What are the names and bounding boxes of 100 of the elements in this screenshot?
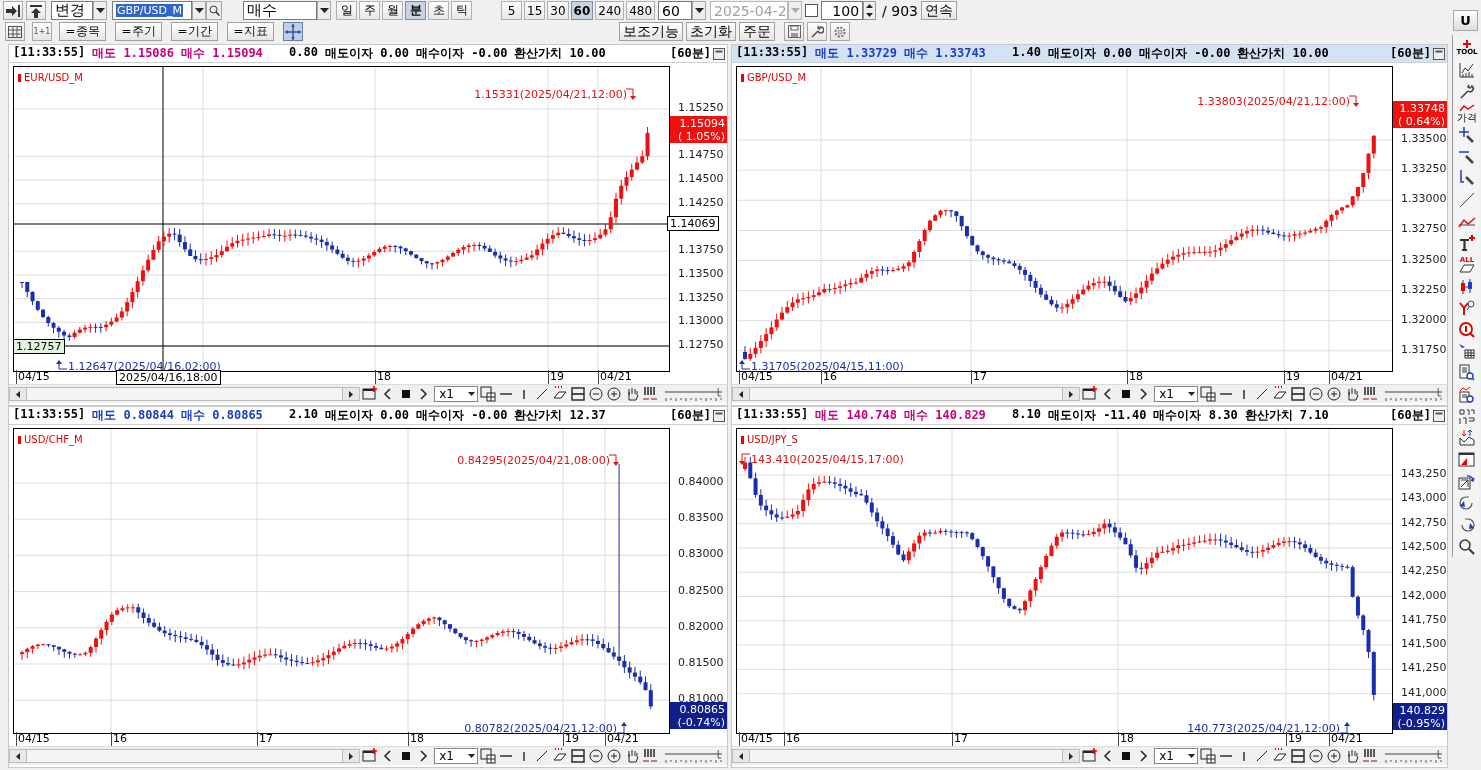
axis-label: 1.13500 <box>678 266 724 280</box>
interval-tab[interactable]: 60 <box>570 1 594 20</box>
axis-label: 0.84000 <box>678 475 724 488</box>
zoom-dropdown[interactable]: x1 <box>434 386 478 402</box>
change-percent: ( 0.64%) <box>1397 115 1445 128</box>
period-label: [60분] <box>1390 45 1431 62</box>
axis-label: 142,750 <box>1401 515 1447 529</box>
axis-label: 142,250 <box>1401 564 1447 578</box>
action-button[interactable]: 주문 <box>739 22 775 41</box>
bid-price: 매도 140.748 <box>815 407 898 424</box>
time-label: [11:33:55] <box>736 407 809 423</box>
axis-label: 1.33000 <box>1401 192 1447 206</box>
u-button[interactable]: U <box>1453 10 1478 31</box>
interval-tab[interactable]: 5 <box>501 1 522 20</box>
time-label: [11:33:55] <box>13 407 86 423</box>
axis-label: 0.83500 <box>678 511 724 525</box>
panel-header[interactable]: [11:33:55] 매도 140.748 매수 140.829 8.10 매도이자 -11.40 매수이자 8.30 환산가치 7.10 [60분] <box>732 407 1447 425</box>
crosshair-value: 1.12757 <box>13 339 65 354</box>
axis-label: 1.32000 <box>1401 312 1447 326</box>
panel-header[interactable]: [11:33:55] 매도 1.15086 매수 1.15094 0.80 매도이자 0.00 매수이자 -0.00 환산가치 10.00 [60분] <box>9 45 727 63</box>
axis-label: 142,500 <box>1401 539 1447 553</box>
axis-label: 141,750 <box>1401 612 1447 626</box>
interval-field[interactable]: 60 <box>658 1 693 20</box>
date-field: 2025-04-2 <box>710 1 789 20</box>
axis-label: 1.13000 <box>678 314 724 328</box>
symbol-field[interactable]: GBP/USD_M <box>112 1 192 20</box>
current-price: 1.33748 <box>1399 102 1445 115</box>
value-label: 환산가치 10.00 <box>514 45 606 62</box>
ask-price: 매수 140.829 <box>904 407 986 424</box>
spread-value: 8.10 <box>1012 407 1041 423</box>
action-button[interactable]: 초기화 <box>686 22 736 41</box>
change-percent: (-0.95%) <box>1397 717 1445 730</box>
axis-label: 143,250 <box>1401 467 1447 480</box>
value-label: 환산가치 7.10 <box>1244 407 1329 424</box>
period-tab[interactable]: 틱 <box>451 1 472 20</box>
axis-label: 0.83000 <box>678 547 724 561</box>
count-field[interactable]: 100 <box>821 1 864 20</box>
axis-label: 1.14250 <box>678 195 724 209</box>
low-price-label: 0.80782(2025/04/21,12:00) <box>464 721 617 735</box>
spread-value: 1.40 <box>1012 45 1041 61</box>
time-label: [11:33:55] <box>736 45 809 61</box>
change-percent: ( 1.05%) <box>677 130 725 143</box>
axis-label: 143,000 <box>1401 491 1447 505</box>
filter-button[interactable]: =종목 <box>59 22 106 41</box>
symbol-label: USD/CHF_M <box>24 434 83 445</box>
period-tab[interactable]: 주 <box>359 1 380 20</box>
current-price: 0.80865 <box>679 703 725 716</box>
period-tab[interactable]: 분 <box>405 1 426 20</box>
ask-price: 매수 0.80865 <box>181 407 263 424</box>
axis-label: 0.82000 <box>678 619 724 633</box>
axis-label: 1.13250 <box>678 290 724 304</box>
filter-button[interactable]: =주기 <box>115 22 162 41</box>
bid-price: 매도 1.33729 <box>815 45 898 62</box>
axis-label: 1.32250 <box>1401 282 1447 296</box>
panel-header[interactable]: [11:33:55] 매도 1.33729 매수 1.33743 1.40 매도이자 0.00 매수이자 -0.00 환산가치 10.00 [60분] <box>732 45 1447 63</box>
interest-label: 매도이자 -11.40 <box>1047 407 1147 424</box>
high-price-label: 0.84295(2025/04/21,08:00) <box>457 453 610 467</box>
filter-button[interactable]: =기간 <box>171 22 218 41</box>
interval-tab[interactable]: 15 <box>524 1 546 20</box>
ask-price: 매수 1.33743 <box>904 45 986 62</box>
zoom-dropdown[interactable]: x1 <box>1154 748 1198 764</box>
period-tab[interactable]: 초 <box>428 1 449 20</box>
price-tool-button[interactable]: 가격 <box>1457 103 1477 124</box>
zoom-dropdown[interactable]: x1 <box>1154 386 1198 402</box>
layout-button[interactable]: 1+1 <box>32 22 52 41</box>
high-price-label: 143.410(2025/04/15,17:00) <box>751 452 904 466</box>
change-percent: (-0.74%) <box>677 716 725 729</box>
total-count: / 903 <box>882 2 918 19</box>
axis-label: 1.13750 <box>678 243 724 257</box>
axis-label: 141,500 <box>1401 637 1447 651</box>
period-tab[interactable]: 월 <box>382 1 403 20</box>
interest-label: 매도이자 0.00 <box>1047 45 1133 62</box>
axis-label: 1.33250 <box>1401 162 1447 176</box>
mode-field[interactable]: 변경 <box>51 1 93 20</box>
interest-label: 매수이자 -0.00 <box>416 45 508 62</box>
spread-value: 0.80 <box>289 45 318 61</box>
symbol-label: EUR/USD_M <box>24 72 83 83</box>
axis-label: 141,000 <box>1401 685 1447 699</box>
current-price: 140.829 <box>1399 704 1445 717</box>
axis-label: 1.14750 <box>678 148 724 162</box>
continue-button[interactable]: 연속 <box>920 1 957 20</box>
period-tab[interactable]: 일 <box>336 1 357 20</box>
side-dropdown[interactable]: 매수 <box>243 1 317 20</box>
axis-label: 0.81000 <box>678 692 724 706</box>
interval-tab[interactable]: 240 <box>595 1 625 20</box>
filter-button[interactable]: =지표 <box>227 22 274 41</box>
panel-header[interactable]: [11:33:55] 매도 0.80844 매수 0.80865 2.10 매도이자 0.00 매수이자 -0.00 환산가치 12.37 [60분] <box>9 407 727 425</box>
crosshair-value: 1.14069 <box>667 216 719 231</box>
interest-label: 매수이자 -0.00 <box>1139 45 1231 62</box>
interest-label: 매수이자 -0.00 <box>416 407 508 424</box>
action-button[interactable]: 보조기능 <box>619 22 683 41</box>
bid-price: 매도 0.80844 <box>92 407 175 424</box>
time-label: [11:33:55] <box>13 45 86 61</box>
axis-label: 1.33500 <box>1401 132 1447 146</box>
period-label: [60분] <box>670 45 711 62</box>
axis-label: 142,000 <box>1401 588 1447 602</box>
zoom-dropdown[interactable]: x1 <box>434 748 478 764</box>
period-label: [60분] <box>1390 407 1431 424</box>
interval-tab[interactable]: 480 <box>626 1 656 20</box>
interval-tab[interactable]: 30 <box>547 1 569 20</box>
